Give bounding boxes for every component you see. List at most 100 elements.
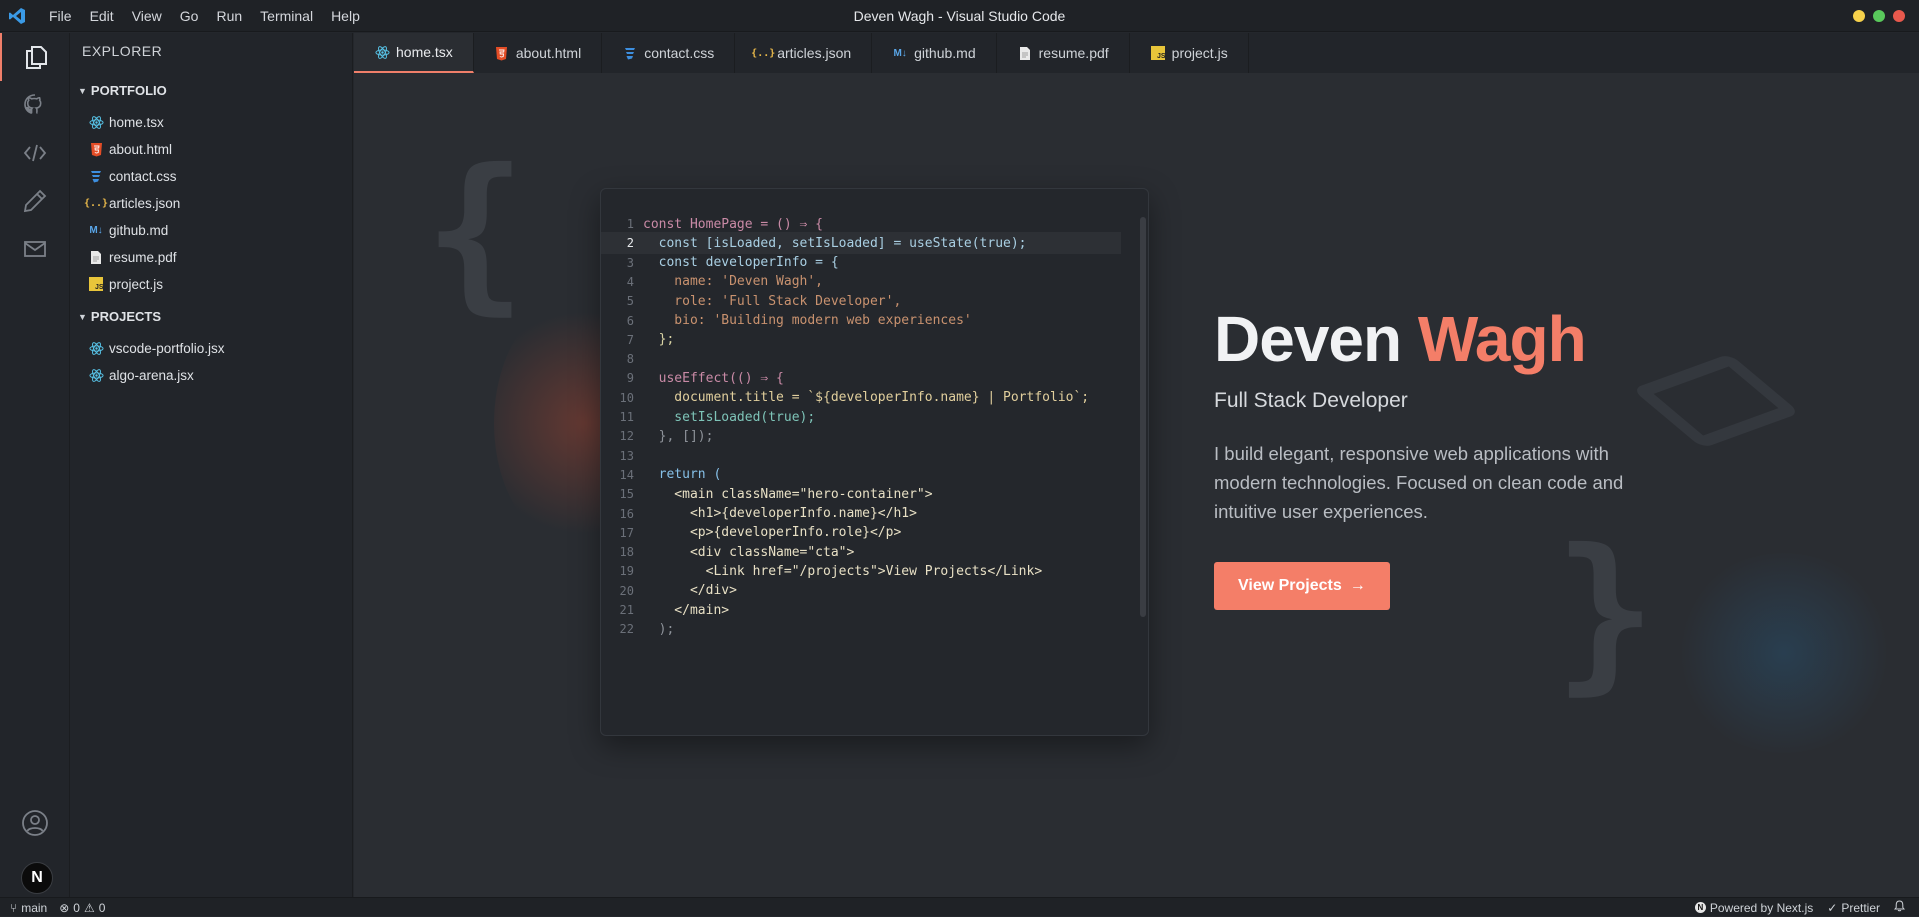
code-text: </div>: [643, 583, 737, 599]
svg-text:JS: JS: [1157, 53, 1165, 60]
line-number: 22: [619, 622, 634, 637]
json-icon: {..}: [83, 197, 109, 209]
explorer-sidebar: EXPLORER ▼ PORTFOLIO home.tsx about.html…: [70, 33, 353, 897]
blog-button[interactable]: [0, 177, 70, 225]
line-number: 14: [619, 467, 634, 482]
react-icon: [88, 340, 104, 356]
menu-bar: File Edit View Go Run Terminal Help: [0, 0, 369, 32]
tab-about-html[interactable]: about.html: [474, 33, 603, 73]
line-number: 12: [619, 429, 634, 444]
error-count: 0: [73, 900, 80, 915]
nextjs-badge[interactable]: N: [21, 862, 53, 894]
menu-terminal[interactable]: Terminal: [251, 0, 322, 32]
tab-resume-pdf[interactable]: resume.pdf: [997, 33, 1130, 73]
menu-file[interactable]: File: [40, 0, 81, 32]
code-text: };: [643, 332, 675, 348]
line-number: 17: [619, 525, 634, 540]
markdown-icon: M↓: [893, 47, 907, 59]
bell-icon[interactable]: [1893, 900, 1906, 915]
menu-run[interactable]: Run: [207, 0, 251, 32]
github-button[interactable]: [0, 81, 70, 129]
code-text: </main>: [643, 602, 730, 618]
minimize-button[interactable]: [1853, 10, 1865, 22]
decorative-brace-icon: {: [424, 133, 527, 331]
menu-go[interactable]: Go: [171, 0, 208, 32]
code-text: name: 'Deven Wagh',: [643, 274, 824, 290]
line-number: 9: [626, 371, 634, 386]
check-icon: ✓: [1827, 900, 1838, 915]
file-vscode-portfolio[interactable]: vscode-portfolio.jsx: [88, 337, 225, 359]
line-number: 13: [619, 448, 634, 463]
file-github-md[interactable]: M↓ github.md: [88, 219, 168, 241]
react-icon: [374, 44, 390, 60]
maximize-button[interactable]: [1873, 10, 1885, 22]
menu-view[interactable]: View: [123, 0, 171, 32]
tab-articles-json[interactable]: {..} articles.json: [735, 33, 873, 73]
hero-bio: I build elegant, responsive web applicat…: [1214, 443, 1624, 522]
tab-label: home.tsx: [396, 44, 453, 60]
section-projects[interactable]: ▼ PROJECTS: [78, 309, 161, 324]
title-bar: File Edit View Go Run Terminal Help Deve…: [0, 0, 1919, 32]
code-text: return (: [643, 467, 722, 483]
code-scrollbar[interactable]: [1140, 217, 1146, 617]
pencil-icon: [23, 189, 47, 213]
file-name: algo-arena.jsx: [109, 367, 194, 383]
tab-label: project.js: [1171, 45, 1228, 61]
line-number: 19: [619, 564, 634, 579]
file-articles-json[interactable]: {..} articles.json: [83, 192, 181, 214]
branch-status[interactable]: ⑂ main: [10, 901, 47, 915]
react-icon: [88, 367, 104, 383]
line-number: 20: [619, 583, 634, 598]
code-button[interactable]: [0, 129, 70, 177]
section-portfolio[interactable]: ▼ PORTFOLIO: [78, 83, 167, 98]
file-about-html[interactable]: about.html: [88, 138, 172, 160]
line-number: 18: [619, 545, 634, 560]
line-number: 21: [619, 603, 634, 617]
menu-edit[interactable]: Edit: [81, 0, 123, 32]
js-icon: JS: [1150, 45, 1166, 61]
powered-by-status[interactable]: N Powered by Next.js: [1694, 901, 1813, 915]
tab-label: contact.css: [644, 45, 715, 61]
account-button[interactable]: [0, 799, 70, 847]
file-resume-pdf[interactable]: resume.pdf: [88, 246, 177, 268]
file-name: articles.json: [109, 195, 181, 211]
json-icon: {..}: [751, 47, 776, 59]
react-icon: [88, 114, 104, 130]
warning-count: 0: [98, 900, 106, 915]
line-number: 2: [626, 236, 634, 251]
file-contact-css[interactable]: contact.css: [88, 165, 177, 187]
prettier-label: Prettier: [1841, 900, 1880, 915]
git-branch-icon: ⑂: [10, 900, 18, 915]
file-home-tsx[interactable]: home.tsx: [88, 111, 164, 133]
line-number: 3: [626, 255, 634, 270]
code-text: <div className="cta">: [643, 544, 855, 560]
explorer-button[interactable]: [0, 33, 70, 81]
file-name: vscode-portfolio.jsx: [109, 340, 225, 356]
hero-section: Deven Wagh Full Stack Developer I build …: [1214, 303, 1734, 610]
close-button[interactable]: [1893, 10, 1905, 22]
branch-name: main: [21, 900, 48, 915]
code-text: <p>{developerInfo.role}</p>: [643, 525, 902, 541]
hero-name: Deven Wagh: [1214, 303, 1734, 375]
tab-github-md[interactable]: M↓ github.md: [872, 33, 997, 73]
contact-button[interactable]: [0, 225, 70, 273]
prettier-status[interactable]: ✓ Prettier: [1827, 901, 1880, 915]
mail-icon: [24, 241, 46, 257]
line-number: 6: [626, 313, 634, 328]
code-text: role: 'Full Stack Developer',: [643, 293, 902, 309]
menu-help[interactable]: Help: [322, 0, 369, 32]
sidebar-title: EXPLORER: [82, 43, 163, 59]
js-icon: JS: [88, 276, 104, 292]
section-label: PROJECTS: [90, 309, 161, 324]
tab-project-js[interactable]: JS project.js: [1130, 33, 1249, 73]
code-text: <h1>{developerInfo.name}</h1>: [643, 506, 917, 521]
problems-status[interactable]: ⊗ 0 ⚠ 0: [59, 901, 105, 915]
code-icon: [23, 144, 47, 162]
file-algo-arena[interactable]: algo-arena.jsx: [88, 364, 194, 386]
view-projects-button[interactable]: View Projects →: [1214, 562, 1390, 610]
file-name: about.html: [109, 141, 173, 157]
file-project-js[interactable]: JS project.js: [88, 273, 163, 295]
chevron-down-icon: ▼: [78, 311, 87, 322]
tab-contact-css[interactable]: contact.css: [602, 33, 736, 73]
tab-home-tsx[interactable]: home.tsx: [354, 33, 474, 73]
